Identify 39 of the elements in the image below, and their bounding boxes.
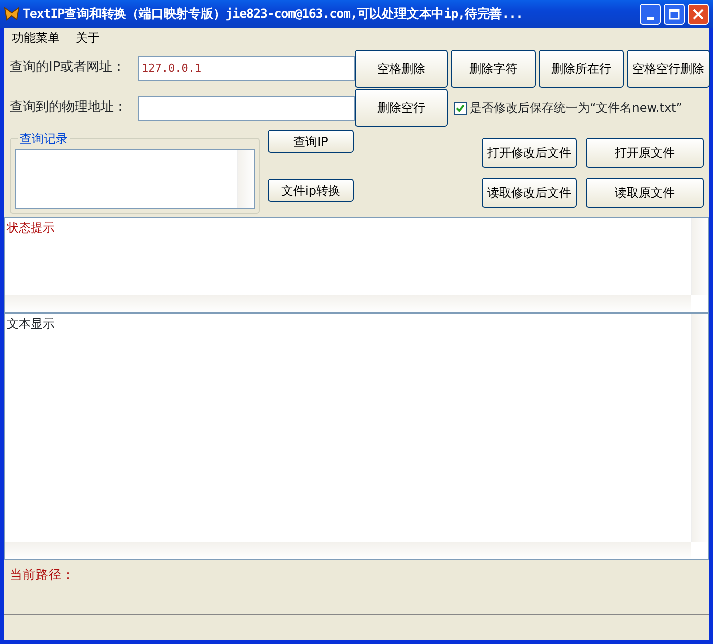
maximize-icon bbox=[669, 8, 680, 20]
text-display-area[interactable]: 文本显示 bbox=[4, 313, 709, 560]
horizontal-scrollbar[interactable] bbox=[5, 295, 691, 312]
status-text-area[interactable]: 状态提示 bbox=[4, 217, 709, 313]
vertical-scrollbar[interactable] bbox=[691, 314, 708, 542]
query-button[interactable]: 查询IP bbox=[268, 130, 354, 153]
query-button[interactable]: 文件ip转换 bbox=[268, 179, 354, 202]
menu-item[interactable]: 关于 bbox=[74, 29, 102, 47]
file-button[interactable]: 读取原文件 bbox=[586, 178, 704, 208]
minimize-icon bbox=[647, 16, 654, 20]
app-icon bbox=[4, 6, 20, 22]
input-field[interactable] bbox=[138, 96, 355, 120]
current-path-label: 当前路径： bbox=[10, 567, 75, 582]
edit-button[interactable]: 空格空行删除 bbox=[627, 50, 710, 88]
window-title: TextIP查询和转换（端口映射专版）jie823-com@163.com,可以处理文本中ip,待完善... bbox=[23, 4, 523, 23]
file-button[interactable]: 打开修改后文件 bbox=[482, 138, 577, 168]
maximize-button[interactable] bbox=[664, 4, 685, 24]
file-button[interactable]: 读取修改后文件 bbox=[482, 178, 577, 208]
field-label: 查询的IP或者网址： bbox=[10, 59, 127, 78]
horizontal-scrollbar[interactable] bbox=[5, 542, 691, 559]
field-label: 查询到的物理地址： bbox=[10, 99, 128, 118]
checkbox-label: 是否修改后保存统一为“文件名new.txt” bbox=[470, 100, 682, 117]
edit-button[interactable]: 删除所在行 bbox=[539, 50, 624, 88]
delete-blank-lines-button[interactable]: 删除空行 bbox=[355, 89, 448, 127]
check-icon bbox=[456, 104, 465, 112]
text-display-label: 文本显示 bbox=[6, 316, 56, 333]
query-history-list[interactable] bbox=[15, 149, 255, 209]
status-hint: 状态提示 bbox=[6, 220, 56, 237]
minimize-button[interactable] bbox=[640, 4, 661, 24]
file-button[interactable]: 打开原文件 bbox=[586, 138, 704, 168]
edit-button[interactable]: 删除字符 bbox=[451, 50, 536, 88]
menu-item[interactable]: 功能菜单 bbox=[10, 29, 62, 47]
edit-button[interactable]: 空格删除 bbox=[355, 50, 448, 88]
save-checkbox[interactable] bbox=[454, 102, 467, 114]
close-icon bbox=[693, 8, 704, 20]
close-button[interactable] bbox=[688, 4, 709, 24]
input-field[interactable]: 127.0.0.1 bbox=[138, 56, 355, 80]
vertical-scrollbar[interactable] bbox=[237, 150, 254, 208]
vertical-scrollbar[interactable] bbox=[691, 218, 708, 295]
